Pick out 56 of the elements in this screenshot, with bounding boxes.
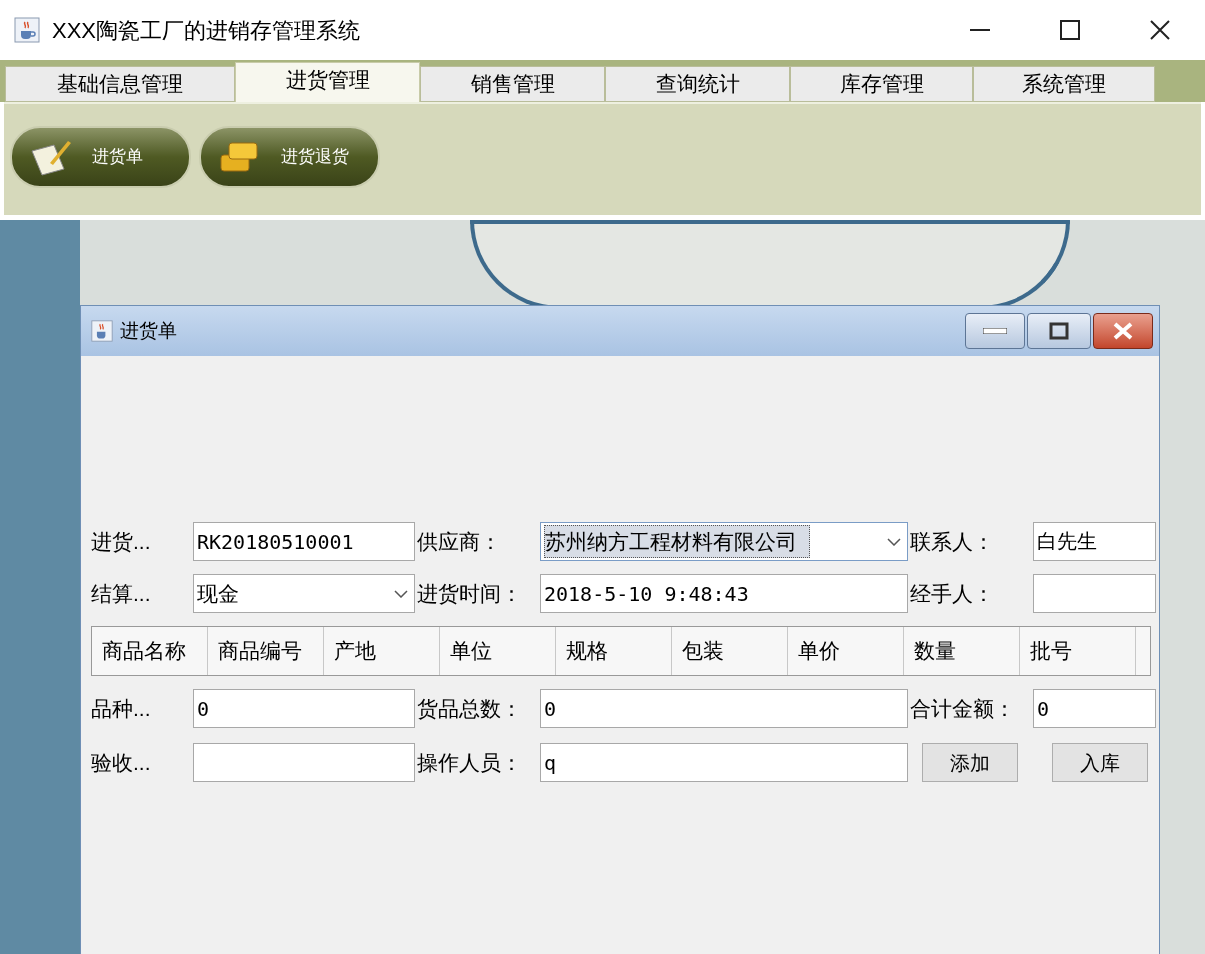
input-field[interactable]: 白先生	[1033, 522, 1156, 561]
tab[interactable]: 查询统计	[605, 66, 790, 102]
column-header[interactable]: 单位	[440, 627, 556, 675]
minimize-icon	[983, 328, 1007, 334]
input-field[interactable]	[1033, 574, 1156, 613]
field-label: 品种...	[91, 695, 151, 722]
minimize-icon	[970, 29, 990, 31]
input-field[interactable]: 0	[193, 689, 415, 728]
field-label: 供应商：	[417, 528, 501, 555]
column-header[interactable]: 规格	[556, 627, 672, 675]
window-title: XXX陶瓷工厂的进销存管理系统	[52, 16, 361, 45]
input-field[interactable]: RK20180510001	[193, 522, 415, 561]
input-field[interactable]: 0	[540, 689, 908, 728]
action-button[interactable]: 添加	[922, 743, 1018, 782]
field-label: 进货...	[91, 528, 151, 555]
input-field[interactable]	[193, 743, 415, 782]
tab[interactable]: 销售管理	[420, 66, 605, 102]
minimize-button[interactable]	[965, 313, 1025, 349]
maximize-icon	[1049, 322, 1069, 340]
close-icon	[1150, 20, 1170, 40]
close-button[interactable]	[1093, 313, 1153, 349]
dialog-title: 进货单	[120, 318, 177, 343]
field-label: 经手人：	[910, 580, 994, 607]
input-field[interactable]: 2018-5-10 9:48:43	[540, 574, 908, 613]
column-header[interactable]: 商品名称	[92, 627, 208, 675]
java-cup-icon	[14, 17, 40, 43]
column-header[interactable]: 数量	[904, 627, 1020, 675]
column-header[interactable]: 商品编号	[208, 627, 324, 675]
input-field[interactable]: 0	[1033, 689, 1156, 728]
java-cup-icon	[91, 320, 113, 342]
tab[interactable]: 进货管理	[235, 62, 420, 102]
column-header[interactable]: 产地	[324, 627, 440, 675]
dropdown[interactable]: 苏州纳方工程材料有限公司	[540, 522, 908, 561]
field-label: 进货时间：	[417, 580, 522, 607]
chevron-down-icon	[394, 589, 408, 598]
column-header[interactable]: 单价	[788, 627, 904, 675]
dropdown[interactable]: 现金	[193, 574, 415, 613]
field-label: 联系人：	[910, 528, 994, 555]
toolbar-button[interactable]: 进货退货	[199, 126, 380, 188]
chevron-down-icon	[887, 537, 901, 546]
column-header[interactable]: 批号	[1020, 627, 1136, 675]
input-field[interactable]: q	[540, 743, 908, 782]
tab[interactable]: 系统管理	[973, 66, 1155, 102]
field-label: 合计金额：	[910, 695, 1015, 722]
maximize-icon	[1060, 20, 1080, 40]
close-icon	[1113, 322, 1133, 340]
maximize-button[interactable]	[1027, 313, 1091, 349]
field-label: 操作人员：	[417, 749, 522, 776]
column-header[interactable]: 包装	[672, 627, 788, 675]
tab[interactable]: 库存管理	[790, 66, 973, 102]
field-label: 货品总数：	[417, 695, 522, 722]
tab[interactable]: 基础信息管理	[5, 66, 235, 102]
action-button[interactable]: 入库	[1052, 743, 1148, 782]
toolbar-button[interactable]: 进货单	[10, 126, 191, 188]
field-label: 验收...	[91, 749, 151, 776]
field-label: 结算...	[91, 580, 151, 607]
